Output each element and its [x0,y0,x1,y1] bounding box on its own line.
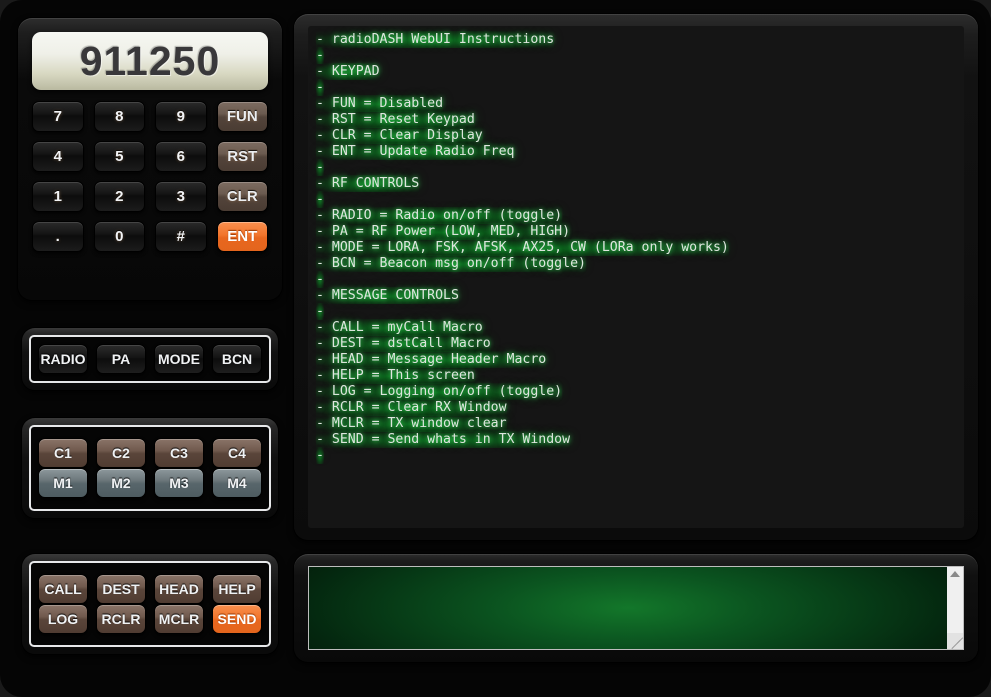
rx-line: - CLR = Clear Display [316,127,483,144]
rx-line: - FUN = Disabled [316,95,444,112]
frequency-display: 911250 [32,32,268,90]
message-button-row: CALL DEST HEAD HELP [38,574,262,604]
keypad-keys: 7 8 9 FUN 4 5 6 RST 1 2 3 CLR. 0 # ENT [32,101,268,252]
rx-line: - HEAD = Message Header Macro [316,351,547,368]
keypad-key-0[interactable]: 0 [93,221,145,252]
rx-line: - radioDASH WebUI Instructions [316,31,555,48]
rf-button-mode[interactable]: MODE [154,344,204,374]
rf-controls-rows: RADIO PA MODE BCN [38,344,262,374]
keypad-key-1[interactable]: 1 [32,181,84,212]
rx-line: - MODE = LORA, FSK, AFSK, AX25, CW (LORa… [316,239,729,256]
rx-line: - RCLR = Clear RX Window [316,399,507,416]
keypad-key-4[interactable]: 4 [32,141,84,172]
macro-button-c1[interactable]: C1 [38,438,88,468]
rx-line: - LOG = Logging on/off (toggle) [316,383,563,400]
rf-controls-panel: RADIO PA MODE BCN [22,328,278,390]
keypad-key-dot[interactable]: # [155,221,207,252]
tx-window-panel [294,554,978,662]
macro-button-c3[interactable]: C3 [154,438,204,468]
macro-controls-rows: C1 C2 C3 C4 M1 M2 M3 M4 [38,438,262,498]
rx-line: - RST = Reset Keypad [316,111,475,128]
keypad-key-ent[interactable]: ENT [216,221,268,252]
rf-controls-inner: RADIO PA MODE BCN [29,335,271,383]
tx-scrollbar[interactable] [947,566,964,650]
resize-grip-icon[interactable] [947,633,963,649]
tx-input[interactable] [308,566,947,650]
rx-line: - RF CONTROLS [316,175,420,192]
macro-button-m2[interactable]: M2 [96,468,146,498]
rx-line: - MCLR = TX window clear [316,415,507,432]
rx-line: - RADIO = Radio on/off (toggle) [316,207,563,224]
message-controls-panel: CALL DEST HEAD HELP LOG RCLR MCLR SEND [22,554,278,654]
tx-window-wrap [308,566,964,650]
keypad-key-2[interactable]: 2 [93,181,145,212]
message-button-rclr[interactable]: RCLR [96,604,146,634]
macro-button-row: C1 C2 C3 C4 [38,438,262,468]
keypad-key-row: 7 8 9 FUN [32,101,268,132]
keypad-key-fun[interactable]: FUN [216,101,268,132]
keypad-key-clr[interactable]: CLR [216,181,268,212]
rx-line: - HELP = This screen [316,367,475,384]
message-button-send[interactable]: SEND [212,604,262,634]
message-button-mclr[interactable]: MCLR [154,604,204,634]
keypad-key-row: 1 2 3 CLR [32,181,268,212]
rx-line: - [316,79,324,96]
message-button-row: LOG RCLR MCLR SEND [38,604,262,634]
app-window: 911250 7 8 9 FUN 4 5 6 RST 1 2 3 CLR. 0 # ENT RADIO PA M… [0,0,991,697]
macro-controls-inner: C1 C2 C3 C4 M1 M2 M3 M4 [29,425,271,511]
rx-line: - [316,447,324,464]
rx-line: - [316,303,324,320]
message-button-head[interactable]: HEAD [154,574,204,604]
keypad-key-6[interactable]: 6 [155,141,207,172]
keypad-key-dot[interactable]: . [32,221,84,252]
keypad-key-row: 4 5 6 RST [32,141,268,172]
frequency-value: 911250 [79,37,221,84]
macro-button-m3[interactable]: M3 [154,468,204,498]
rx-window[interactable]: - radioDASH WebUI Instructions - - KEYPAD -… [308,26,964,528]
rx-line: - ENT = Update Radio Freq [316,143,515,160]
message-button-log[interactable]: LOG [38,604,88,634]
message-controls-inner: CALL DEST HEAD HELP LOG RCLR MCLR SEND [29,561,271,647]
rf-button-pa[interactable]: PA [96,344,146,374]
rx-line: - KEYPAD [316,63,380,80]
keypad-key-9[interactable]: 9 [155,101,207,132]
rx-line: - [316,271,324,288]
macro-button-row: M1 M2 M3 M4 [38,468,262,498]
macro-controls-panel: C1 C2 C3 C4 M1 M2 M3 M4 [22,418,278,518]
rx-line: - [316,159,324,176]
keypad-key-rst[interactable]: RST [216,141,268,172]
macro-button-c2[interactable]: C2 [96,438,146,468]
rx-line: - DEST = dstCall Macro [316,335,491,352]
keypad-key-3[interactable]: 3 [155,181,207,212]
rx-line: - MESSAGE CONTROLS [316,287,459,304]
message-button-dest[interactable]: DEST [96,574,146,604]
rx-line: - [316,47,324,64]
keypad-key-row: . 0 # ENT [32,221,268,252]
message-button-call[interactable]: CALL [38,574,88,604]
rx-window-text: - radioDASH WebUI Instructions - - KEYPAD -… [316,31,956,464]
keypad-panel: 911250 7 8 9 FUN 4 5 6 RST 1 2 3 CLR. 0 # ENT [18,18,282,300]
keypad-key-5[interactable]: 5 [93,141,145,172]
macro-button-m1[interactable]: M1 [38,468,88,498]
keypad-key-8[interactable]: 8 [93,101,145,132]
keypad-key-7[interactable]: 7 [32,101,84,132]
rx-line: - CALL = myCall Macro [316,319,483,336]
rx-window-panel: - radioDASH WebUI Instructions - - KEYPAD -… [294,14,978,540]
message-button-help[interactable]: HELP [212,574,262,604]
macro-button-m4[interactable]: M4 [212,468,262,498]
rx-line: - PA = RF Power (LOW, MED, HIGH) [316,223,571,240]
scroll-up-icon[interactable] [950,571,960,577]
rf-button-radio[interactable]: RADIO [38,344,88,374]
rf-button-bcn[interactable]: BCN [212,344,262,374]
rx-line: - SEND = Send whats in TX Window [316,431,571,448]
rx-line: - [316,191,324,208]
rf-button-row: RADIO PA MODE BCN [38,344,262,374]
message-controls-rows: CALL DEST HEAD HELP LOG RCLR MCLR SEND [38,574,262,634]
macro-button-c4[interactable]: C4 [212,438,262,468]
rx-line: - BCN = Beacon msg on/off (toggle) [316,255,586,272]
